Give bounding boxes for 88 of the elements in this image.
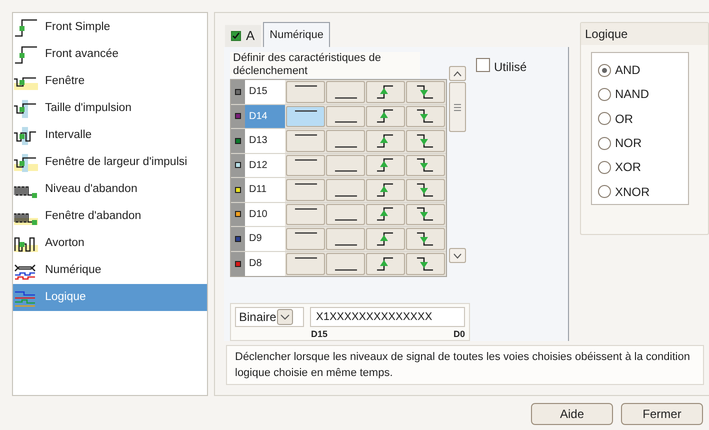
channel-name[interactable]: D13 [245,129,285,152]
trigger-type-item[interactable]: Front avancée [13,41,207,68]
condition-button[interactable] [326,154,365,176]
logic-radio-option[interactable]: XOR [598,155,688,180]
condition-button[interactable] [286,154,325,176]
chevron-down-icon [277,309,294,325]
condition-button[interactable] [406,106,445,127]
condition-button[interactable] [406,154,445,176]
radio-button[interactable] [598,136,611,150]
radio-button[interactable] [598,88,611,101]
channel-name[interactable]: D11 [245,178,285,202]
trigger-type-item[interactable]: Intervalle [13,122,207,149]
scroll-down-icon[interactable] [449,248,466,263]
description-text: Déclencher lorsque les niveaux de signal de toutes les voies choisies obéissent à la condition logique choisie en même temps. [226,345,704,385]
waveform-icon [14,100,38,118]
trigger-type-item[interactable]: Fenêtre de largeur d'impulsi [13,149,207,176]
channel-name[interactable]: D15 [245,80,285,104]
scroll-thumb[interactable] [449,82,466,132]
dialog-button[interactable]: Fermer [621,403,703,425]
msb-label: D15 [311,328,328,340]
condition-button[interactable] [286,130,325,152]
condition-button[interactable] [326,252,365,275]
condition-button[interactable] [366,81,405,102]
radio-button[interactable] [598,64,611,77]
waveform-icon [14,46,38,64]
waveform-icon [14,234,38,252]
tab[interactable]: Numérique [262,22,330,47]
trigger-type-item[interactable]: Fenêtre d'abandon [13,203,207,230]
condition-button[interactable] [326,179,365,200]
waveform-icon [14,18,38,36]
condition-button[interactable] [326,106,365,127]
condition-button[interactable] [326,81,365,102]
pattern-input[interactable]: X1XXXXXXXXXXXXXX [310,307,465,327]
condition-button[interactable] [406,179,445,200]
condition-button[interactable] [286,106,325,127]
scrollbar[interactable] [449,66,466,263]
condition-button[interactable] [286,252,325,275]
logic-radio-option[interactable]: NOR [598,130,688,156]
condition-button[interactable] [366,204,405,225]
channel-name[interactable]: D10 [245,202,285,226]
condition-button[interactable] [366,106,405,127]
tab[interactable]: A [225,25,261,47]
condition-button[interactable] [286,81,325,102]
logic-group-title: Logique [581,23,708,45]
waveform-icon [14,126,38,144]
channel-name[interactable]: D8 [245,252,285,276]
radio-button[interactable] [598,112,611,126]
waveform-icon [14,262,38,280]
condition-button[interactable] [286,179,325,200]
condition-button[interactable] [406,204,445,225]
condition-button[interactable] [286,228,325,250]
logic-radio-option[interactable]: AND [598,58,688,82]
trigger-type-item[interactable]: Numérique [13,257,207,284]
used-label: Utilisé [494,59,527,76]
condition-button[interactable] [326,204,365,225]
trigger-type-item[interactable]: Avorton [13,230,207,257]
format-dropdown[interactable]: Binaire [235,307,304,327]
condition-button[interactable] [326,228,365,250]
condition-button[interactable] [366,252,405,275]
table-caption: Définir des caractéristiques de déclenchement [230,52,420,78]
scroll-up-icon[interactable] [449,66,466,81]
radio-button[interactable] [598,185,611,198]
condition-button[interactable] [286,204,325,225]
condition-button[interactable] [326,130,365,152]
channel-name[interactable]: D12 [245,154,285,177]
radio-button[interactable] [598,160,611,174]
logic-radio-option[interactable]: XNOR [598,180,688,204]
dialog-button[interactable]: Aide [531,403,613,425]
trigger-type-item[interactable]: Front Simple [13,14,207,41]
condition-button[interactable] [406,252,445,275]
trigger-type-item[interactable]: Niveau d'abandon [13,176,207,203]
checkbox[interactable] [231,31,241,41]
logic-radio-option[interactable]: NAND [598,82,688,107]
logic-radio-option[interactable]: OR [598,106,688,131]
condition-button[interactable] [366,154,405,176]
waveform-icon [14,288,38,306]
condition-button[interactable] [366,130,405,152]
trigger-type-item[interactable]: Taille d'impulsion [13,95,207,122]
trigger-type-item[interactable]: Fenêtre [13,68,207,95]
used-checkbox[interactable] [476,58,490,72]
lsb-label: D0 [453,328,465,340]
condition-button[interactable] [366,228,405,250]
condition-button[interactable] [406,81,445,102]
condition-button[interactable] [406,228,445,250]
condition-button[interactable] [366,179,405,200]
channel-name[interactable]: D9 [245,227,285,250]
waveform-icon [14,154,38,172]
condition-button[interactable] [406,130,445,152]
